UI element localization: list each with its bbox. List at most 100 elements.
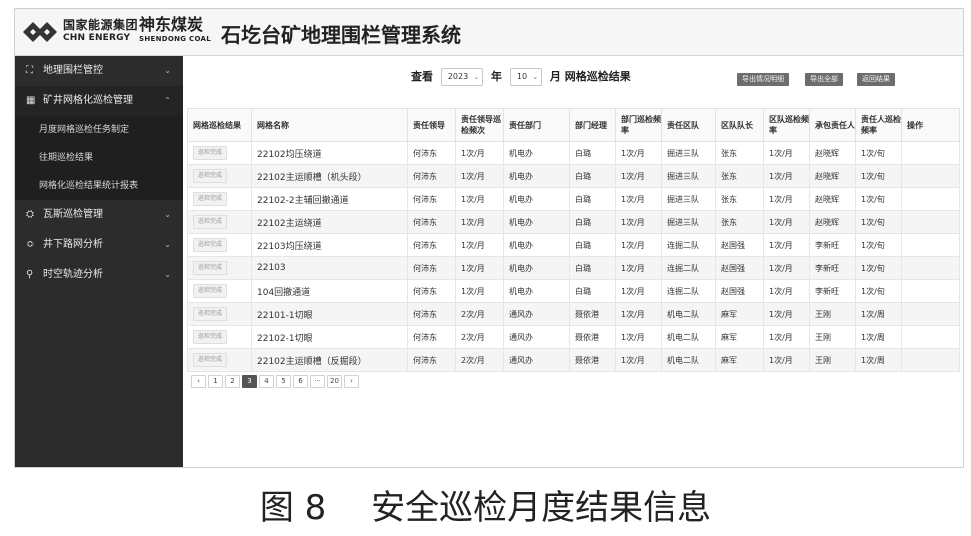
table-cell: 何沛东	[407, 325, 456, 349]
gas-icon: ⛭	[26, 209, 34, 220]
brand1-en: CHN ENERGY	[63, 33, 131, 43]
sidebar-subitem-past-results[interactable]: 往期巡检结果	[15, 144, 183, 172]
status-badge: 巡检完成	[193, 307, 228, 321]
sidebar-item-label: 时空轨迹分析	[43, 269, 103, 280]
table-cell: 1次/月	[455, 141, 504, 165]
table-cell: 1次/旬	[855, 279, 902, 303]
export-all-button[interactable]: 导出全部	[805, 73, 843, 86]
brand2-en: SHENDONG COAL	[139, 35, 212, 43]
page-button[interactable]: 20	[327, 375, 342, 388]
status-cell: 巡检完成	[187, 210, 252, 234]
table-cell: 聂依港	[569, 348, 616, 372]
column-header: 承包责任人	[809, 108, 856, 142]
action-cell[interactable]	[901, 256, 960, 280]
table-cell: 白璐	[569, 256, 616, 280]
action-cell[interactable]	[901, 141, 960, 165]
table-cell: 白璐	[569, 279, 616, 303]
column-header: 区队巡检频率	[763, 108, 810, 142]
status-badge: 巡检完成	[193, 192, 228, 206]
location-icon: ⚲	[26, 269, 34, 280]
page-button[interactable]: 4	[259, 375, 274, 388]
table-cell: 1次/月	[455, 164, 504, 188]
action-cell[interactable]	[901, 348, 960, 372]
page-ellipsis[interactable]: ···	[310, 375, 325, 388]
table-row: 巡检完成 22102主运顺槽（反掘段） 何沛东 2次/月 通风办 聂依港 1次/月 机电二队麻…	[187, 348, 960, 372]
action-cell[interactable]	[901, 187, 960, 211]
prev-page-button[interactable]: ‹	[191, 375, 206, 388]
column-header: 区队队长	[715, 108, 764, 142]
month-select[interactable]: 10 ⌄	[509, 68, 543, 86]
table-cell: 1次/月	[763, 164, 810, 188]
next-page-button[interactable]: ›	[344, 375, 359, 388]
table-cell: 2次/月	[455, 302, 504, 326]
table-cell: 赵晓辉	[809, 210, 856, 234]
column-header: 操作	[901, 108, 960, 142]
table-cell: 赵国强	[715, 256, 764, 280]
sidebar-subitem-monthly-task[interactable]: 月度网格巡检任务制定	[15, 116, 183, 144]
network-icon: ≎	[26, 239, 35, 250]
export-detail-button[interactable]: 导出情况明细	[737, 73, 789, 86]
table-cell: 1次/旬	[855, 210, 902, 234]
table-cell: 机电二队	[661, 302, 716, 326]
table-cell: 机电办	[503, 256, 570, 280]
grid-name-cell: 22103均压绕道	[251, 233, 408, 257]
action-cell[interactable]	[901, 164, 960, 188]
page-button[interactable]: 1	[208, 375, 223, 388]
main-content: 查看 2023 ⌄ 年 10 ⌄ 月 网格巡检结果 导出情况明细 导出全部 返回…	[185, 56, 963, 467]
action-cell[interactable]	[901, 325, 960, 349]
table-cell: 机电二队	[661, 325, 716, 349]
table-cell: 1次/月	[615, 348, 662, 372]
chevron-down-icon: ⌄	[473, 73, 480, 81]
action-cell[interactable]	[901, 302, 960, 326]
table-cell: 何沛东	[407, 348, 456, 372]
table-cell: 白璐	[569, 141, 616, 165]
page-button[interactable]: 3	[242, 375, 257, 388]
status-badge: 巡检完成	[193, 238, 228, 252]
table-row: 巡检完成 22102-2主辅回撤通道 何沛东 1次/月 机电办 白璐 1次/月 掘进三队 张东 1…	[187, 187, 960, 211]
grid-name-cell: 22101-1切眼	[251, 302, 408, 326]
table-cell: 机电办	[503, 210, 570, 234]
table-cell: 1次/月	[455, 279, 504, 303]
brand2-cn: 神东煤炭	[139, 15, 204, 34]
sidebar-item-geofence[interactable]: ⛶ 地理围栏管控 ⌄	[15, 56, 183, 86]
action-cell[interactable]	[901, 233, 960, 257]
sidebar-subitem-stats-report[interactable]: 网格化巡检结果统计报表	[15, 172, 183, 200]
table-cell: 何沛东	[407, 210, 456, 234]
column-header: 网格名称	[251, 108, 408, 142]
table-cell: 赵国强	[715, 279, 764, 303]
table-row: 巡检完成 22103均压绕道 何沛东 1次/月 机电办 白璐 1次/月 连掘二队 赵国强 1次/月…	[187, 233, 960, 257]
table-cell: 1次/旬	[855, 141, 902, 165]
status-cell: 巡检完成	[187, 348, 252, 372]
sidebar-item-label: 瓦斯巡检管理	[43, 209, 103, 220]
status-badge: 巡检完成	[193, 261, 228, 275]
shendong-brand: 神东煤炭 SHENDONG COAL	[139, 17, 211, 43]
table-cell: 李新旺	[809, 256, 856, 280]
table-cell: 1次/月	[763, 325, 810, 349]
sidebar-item-trajectory[interactable]: ⚲ 时空轨迹分析 ⌄	[15, 260, 183, 290]
table-cell: 张东	[715, 210, 764, 234]
sidebar-item-road-network[interactable]: ≎ 井下路网分析 ⌄	[15, 230, 183, 260]
table-cell: 机电办	[503, 187, 570, 211]
back-button[interactable]: 返回结果	[857, 73, 895, 86]
table-cell: 1次/旬	[855, 233, 902, 257]
status-badge: 巡检完成	[193, 330, 228, 344]
year-select[interactable]: 2023 ⌄	[440, 68, 484, 86]
table-cell: 1次/月	[763, 233, 810, 257]
sidebar-item-grid-inspection[interactable]: ▦ 矿井网格化巡检管理 ⌃	[15, 86, 183, 116]
page-button[interactable]: 2	[225, 375, 240, 388]
table-cell: 1次/月	[455, 233, 504, 257]
table-body: 巡检完成 22102均压绕道 何沛东 1次/月 机电办 白璐 1次/月 掘进三队 张东 1次/月赵…	[187, 141, 960, 372]
grid-icon: ▦	[26, 95, 36, 106]
page-button[interactable]: 5	[276, 375, 291, 388]
grid-name-cell: 104回撤通道	[251, 279, 408, 303]
status-cell: 巡检完成	[187, 279, 252, 303]
action-cell[interactable]	[901, 210, 960, 234]
column-header: 部门经理	[569, 108, 616, 142]
action-cell[interactable]	[901, 279, 960, 303]
table-cell: 机电办	[503, 279, 570, 303]
column-header: 责任领导巡检频次	[455, 108, 504, 142]
chevron-down-icon: ⌄	[164, 66, 171, 75]
sidebar-item-gas-inspection[interactable]: ⛭ 瓦斯巡检管理 ⌄	[15, 200, 183, 230]
status-cell: 巡检完成	[187, 256, 252, 280]
page-button[interactable]: 6	[293, 375, 308, 388]
